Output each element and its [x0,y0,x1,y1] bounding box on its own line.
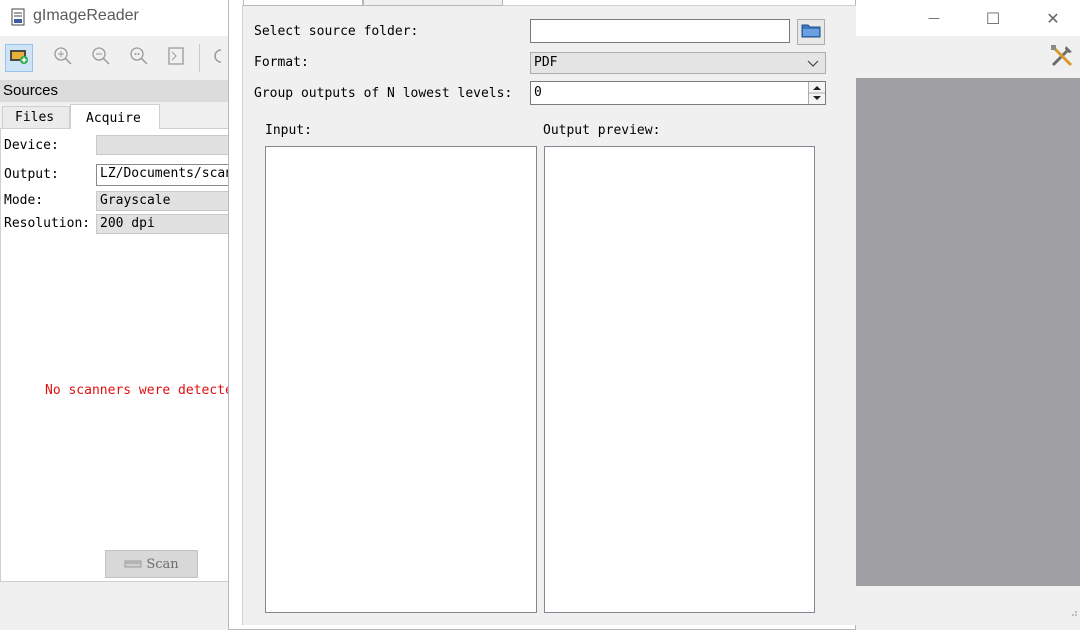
output-label: Output: [4,167,59,182]
zoom-out-icon [91,46,111,70]
close-icon: ✕ [1046,8,1060,28]
tab-acquire[interactable]: Acquire [70,104,160,129]
resolution-label: Resolution: [4,216,91,231]
format-select[interactable]: PDF [530,52,826,74]
zoom-in-icon [53,46,73,70]
resolution-select[interactable]: 200 dpi [96,214,230,234]
image-canvas[interactable] [855,78,1080,586]
zoom-fit-icon [166,46,186,70]
folder-icon [801,22,821,42]
maximize-button[interactable]: ☐ [970,0,1016,36]
output-preview-list[interactable] [544,146,815,613]
dialog-tab-output[interactable] [363,0,503,6]
rotate-button[interactable] [206,44,228,72]
zoom-original-button[interactable] [125,44,153,72]
resize-grip-icon[interactable] [1068,606,1078,616]
dialog-tab-input[interactable] [243,0,363,6]
sources-header: Sources [0,80,230,102]
zoom-fit-button[interactable] [162,44,190,72]
select-folder-label: Select source folder: [254,24,419,39]
input-label: Input: [265,123,312,138]
scanner-icon [124,557,142,572]
acquire-button[interactable] [5,44,33,72]
scan-button-label: Scan [146,556,179,572]
acquire-image-icon [9,47,29,69]
source-folder-input[interactable] [530,19,790,43]
toolbar-separator [199,44,200,72]
browse-folder-button[interactable] [797,19,825,45]
app-icon [10,8,26,26]
output-preview-label: Output preview: [543,123,661,138]
minimize-button[interactable]: — [911,0,957,36]
minimize-icon: — [928,11,940,25]
group-levels-spinbox[interactable]: 0 [530,81,826,105]
output-path-input[interactable]: LZ/Documents/scan [96,164,230,186]
format-label: Format: [254,55,309,70]
mode-select[interactable]: Grayscale [96,191,230,211]
device-select[interactable] [96,135,230,155]
zoom-out-button[interactable] [87,44,115,72]
maximize-icon: ☐ [985,8,1001,28]
group-levels-label: Group outputs of N lowest levels: [254,86,513,101]
rotate-icon [209,46,225,70]
input-list[interactable] [265,146,537,613]
chevron-down-icon [806,56,820,70]
scan-button[interactable]: Scan [105,550,198,578]
settings-tools-button[interactable] [1048,44,1076,72]
tab-files[interactable]: Files [2,106,70,128]
device-label: Device: [4,138,59,153]
zoom-original-icon [129,46,149,70]
mode-label: Mode: [4,193,44,208]
zoom-in-button[interactable] [49,44,77,72]
spin-buttons[interactable] [808,82,825,104]
close-button[interactable]: ✕ [1030,0,1076,36]
settings-tools-icon [1049,43,1075,73]
no-scanners-message: No scanners were detected [45,383,230,398]
window-title: gImageReader [33,7,139,24]
